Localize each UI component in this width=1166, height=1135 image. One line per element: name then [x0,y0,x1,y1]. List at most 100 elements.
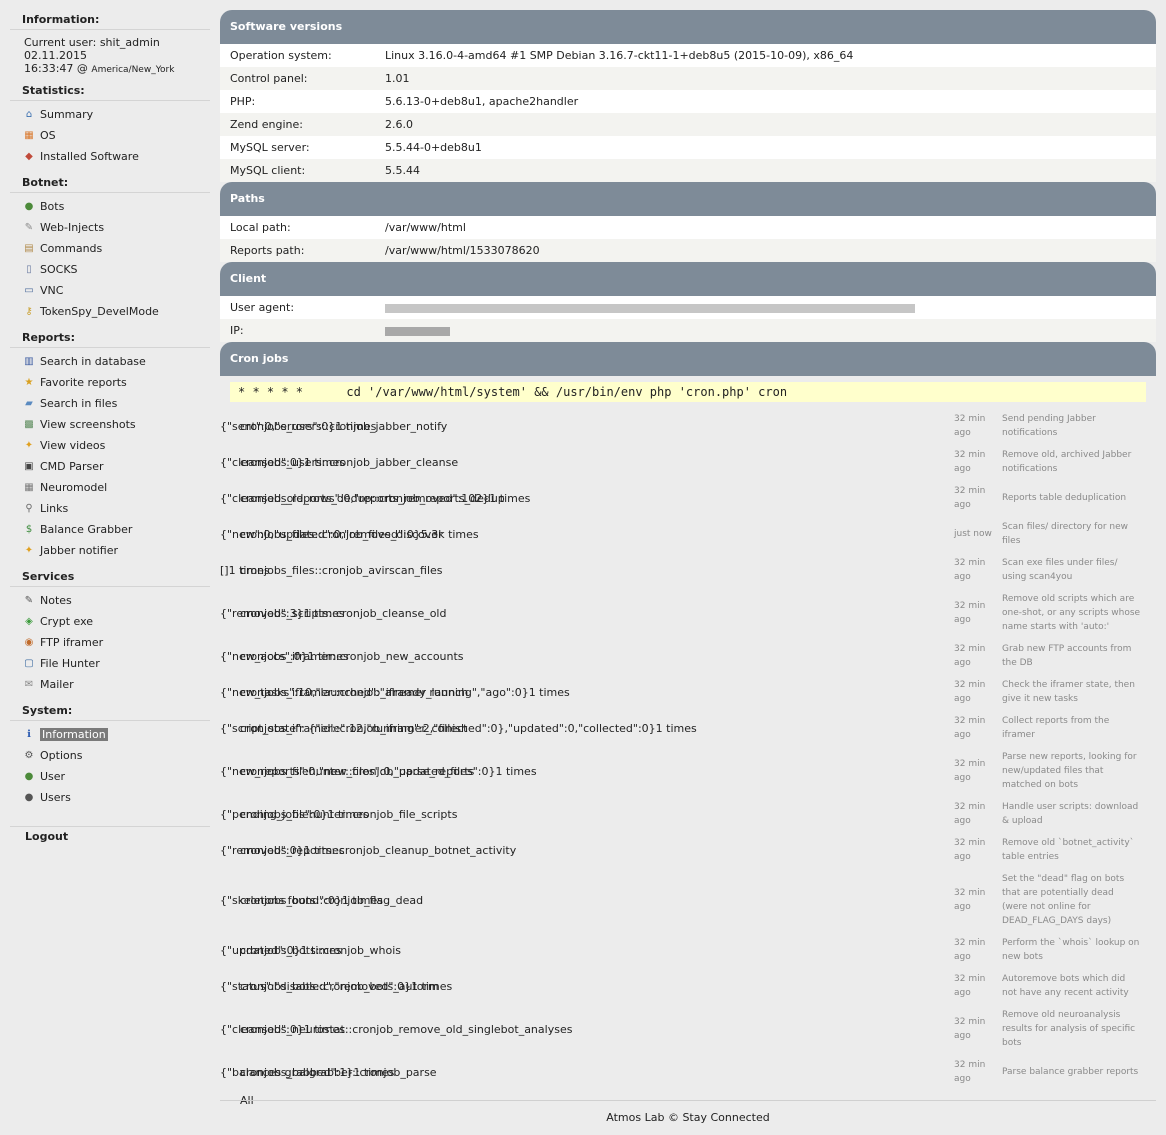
sidebar-item-bots[interactable]: ● Bots [10,196,210,217]
cron-job-description: Remove old scripts which are one-shot, o… [1002,594,1141,632]
services-menu: ✎ Notes ◈ Crypt exe ◉ FTP iframer ▢ File Hunter… [10,590,210,701]
sidebar-item-user[interactable]: ● User [10,766,210,787]
system-menu: ℹ Information ⚙ Options ● User ● Users [10,724,210,814]
cron-job-result: [] [220,563,229,577]
sidebar-item-label: OS [40,129,56,142]
ftp-icon: ◉ [24,637,34,648]
image-icon: ▩ [24,419,34,430]
crontab-command: * * * * * cd '/var/www/html/system' && /… [230,382,1146,402]
sidebar-item-jabber-notifier[interactable]: ✦ Jabber notifier [10,540,210,561]
cron-job-row: cronjobs_iframer::cronjob_new_accounts {"… [220,638,1156,674]
statistics-menu: ⌂ Summary ▦ OS ◆ Installed Software [10,104,210,173]
client-header: Client [220,262,1156,296]
sidebar-item-label: User [40,770,66,783]
sidebar-item-label: Links [40,502,69,515]
botnet-heading: Botnet: [10,173,210,193]
cron-job-name: cronjobs_balgrabber::cronjob_parse [240,1065,437,1079]
cron-job-last-run: 32 min ago [954,486,986,510]
sidebar-item-ftp-iframer[interactable]: ◉ FTP iframer [10,632,210,653]
current-time: 16:33:47 @ America/New_York [24,62,175,75]
sidebar-item-label: View videos [40,439,106,452]
cron-job-name: cronjobs_filehunter::cronjob_parse_repor… [240,764,475,778]
sidebar-item-options[interactable]: ⚙ Options [10,745,210,766]
cron-job-last-run: 32 min ago [954,414,986,438]
cron-job-description: Collect reports from the iframer [1002,716,1110,740]
cron-job-row: cronjobs_reports::cronjob_cleanup_botnet… [220,832,1156,868]
sidebar-item-web-injects[interactable]: ✎ Web-Injects [10,217,210,238]
mail-icon: ✉ [24,679,34,690]
sidebar-item-summary[interactable]: ⌂ Summary [10,104,210,125]
gear-icon: ⚙ [24,750,34,761]
cron-job-last-run: just now [954,529,992,539]
current-user: Current user: shit_admin [24,36,160,49]
sidebar-item-mailer[interactable]: ✉ Mailer [10,674,210,695]
sidebar-item-tokenspy-develmode[interactable]: ⚷ TokenSpy_DevelMode [10,301,210,322]
sidebar-item-crypt-exe[interactable]: ◈ Crypt exe [10,611,210,632]
sidebar-item-label: View screenshots [40,418,136,431]
paths-header: Paths [220,182,1156,216]
sidebar-item-installed-software[interactable]: ◆ Installed Software [10,146,210,167]
footer: Atmos Lab © Stay Connected [220,1100,1156,1124]
cron-jobs-header: Cron jobs [220,342,1156,376]
sidebar-item-file-hunter[interactable]: ▢ File Hunter [10,653,210,674]
row-value: 5.6.13-0+deb8u1, apache2handler [375,90,1156,113]
sidebar-item-search-in-files[interactable]: ▰ Search in files [10,393,210,414]
cron-job-name: cronjobs_files::cronjob_avirscan_files [240,563,443,577]
window-icon: ▢ [24,658,34,669]
cron-job-description: Send pending Jabber notifications [1002,414,1096,438]
reports-menu: ▥ Search in database ★ Favorite reports ▰ Sea… [10,351,210,567]
row-label: Local path: [220,216,375,239]
sidebar-item-commands[interactable]: ▤ Commands [10,238,210,259]
folder-icon: ▰ [25,398,33,409]
cron-job-row: cronjobs_users::cronjob_jabber_notify {"s… [220,408,1156,444]
sidebar-item-notes[interactable]: ✎ Notes [10,590,210,611]
sidebar-item-label: SOCKS [40,263,78,276]
sidebar-item-search-in-database[interactable]: ▥ Search in database [10,351,210,372]
sidebar-item-socks[interactable]: ▯ SOCKS [10,259,210,280]
sidebar-item-vnc[interactable]: ▭ VNC [10,280,210,301]
grid-icon: ▦ [24,482,34,493]
sidebar-item-users[interactable]: ● Users [10,787,210,808]
sidebar-item-label: File Hunter [40,657,100,670]
sidebar-item-links[interactable]: ⚲ Links [10,498,210,519]
sidebar-item-view-screenshots[interactable]: ▩ View screenshots [10,414,210,435]
cron-job-row: cronjobs_bots::cronjob_bots_autorm {"stat… [220,968,1156,1004]
cron-job-name: cronjobs_iframer::cronjob_new_accounts [240,649,464,663]
redacted-ip [385,326,450,336]
logout-link[interactable]: Logout [10,826,210,846]
row-value: /var/www/html/1533078620 [375,239,1156,262]
cron-job-name: cronjobs_bots::cronjob_whois [240,943,401,957]
cron-job-name: cronjobs_bots::cronjob_flag_dead [240,893,424,907]
cron-job-last-run: 32 min ago [954,601,986,625]
folder-star-icon: ★ [24,377,34,388]
sidebar-item-label: Installed Software [40,150,139,163]
software-versions-table: Operation system: Linux 3.16.0-4-amd64 #1… [220,44,1156,182]
cron-job-last-run: 32 min ago [954,1017,986,1041]
sidebar-item-label: VNC [40,284,64,297]
cron-job-row: cronjobs_files::cronjob_files_discover {"… [220,516,1156,552]
magnifier-icon: ⚲ [25,503,33,514]
cron-job-description: Perform the `whois` lookup on new bots [1002,938,1140,962]
user-icon: ● [24,201,34,212]
row-label: Reports path: [220,239,375,262]
sidebar-item-view-videos[interactable]: ✦ View videos [10,435,210,456]
sidebar-item-os[interactable]: ▦ OS [10,125,210,146]
sidebar-item-favorite-reports[interactable]: ★ Favorite reports [10,372,210,393]
cron-job-description: Remove old, archived Jabber notification… [1002,450,1132,474]
redacted-user-agent [385,303,915,313]
table-row: Local path:/var/www/html [220,216,1156,239]
sidebar-item-balance-grabber[interactable]: $ Balance Grabber [10,519,210,540]
sidebar-item-label: Web-Injects [40,221,105,234]
cron-job-description: Reports table deduplication [1002,493,1127,503]
lightbulb-icon: ✦ [24,440,34,451]
system-heading: System: [10,701,210,721]
sidebar-item-cmd-parser[interactable]: ▣ CMD Parser [10,456,210,477]
sidebar-item-neuromodel[interactable]: ▦ Neuromodel [10,477,210,498]
sidebar-item-information[interactable]: ℹ Information [10,724,210,745]
cron-job-row: cronjobs_bots::cronjob_whois {"updated":0… [220,932,1156,968]
user-agent-label: User agent: [220,296,375,319]
cron-job-last-run: 32 min ago [954,974,986,998]
syringe-icon: ✎ [24,222,34,233]
book-icon: ▥ [24,356,34,367]
cron-job-last-run: 32 min ago [954,644,986,668]
